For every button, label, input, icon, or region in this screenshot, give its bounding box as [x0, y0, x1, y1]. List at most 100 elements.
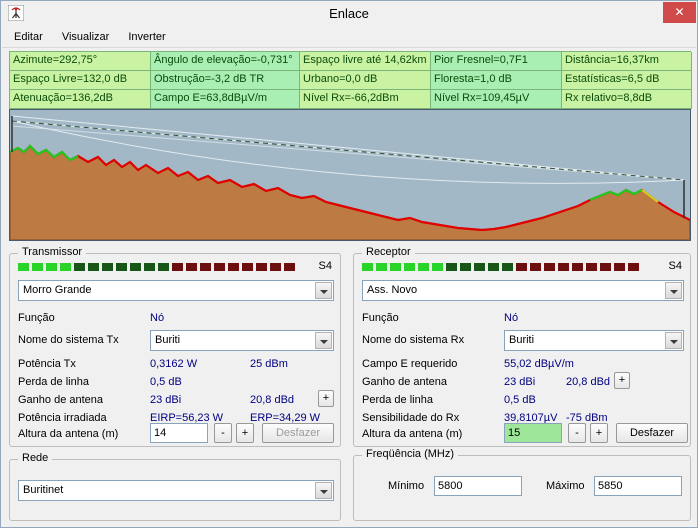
receiver-group: Receptor S4 Ass. Novo Função Nó Nome do … [353, 246, 691, 447]
signal-segment [270, 263, 281, 271]
rx-line-loss-label: Perda de linha [362, 394, 433, 406]
tx-height-decrease-button[interactable]: - [214, 423, 232, 443]
tx-funcao-value: Nó [150, 312, 165, 324]
info-cell: Espaço livre até 14,62km [300, 52, 431, 71]
tx-power-watts: 0,3162 W [150, 358, 198, 370]
terrain-profile-svg [10, 110, 690, 240]
signal-segment [390, 263, 401, 271]
signal-segment [628, 263, 639, 271]
network-group: Rede Buritinet [9, 452, 341, 521]
rx-site-dropdown-button[interactable] [665, 282, 682, 299]
signal-segment [614, 263, 625, 271]
info-cell: Obstrução=-3,2 dB TR [151, 71, 300, 90]
info-cell: Nível Rx=109,45µV [431, 90, 562, 109]
frequency-max-label: Máximo [546, 480, 585, 492]
signal-segment [460, 263, 471, 271]
signal-segment [46, 263, 57, 271]
signal-segment [376, 263, 387, 271]
rx-system-combobox[interactable]: Buriti [504, 330, 684, 351]
info-cell: Urbano=0,0 dB [300, 71, 431, 90]
signal-segment [130, 263, 141, 271]
rx-gain-label: Ganho de antena [362, 376, 448, 388]
info-cell: Atenuação=136,2dB [10, 90, 151, 109]
network-dropdown-button[interactable] [315, 482, 332, 499]
transmitter-group-title: Transmissor [18, 246, 87, 258]
tx-signal-strength-bar [18, 263, 295, 271]
signal-segment [214, 263, 225, 271]
info-cell: Distância=16,37km [562, 52, 692, 71]
rx-height-increase-button[interactable]: + [590, 423, 608, 443]
rx-funcao-label: Função [362, 312, 399, 324]
info-cell: Espaço Livre=132,0 dB [10, 71, 151, 90]
network-combobox[interactable]: Buritinet [18, 480, 334, 501]
info-cell: Nível Rx=-66,2dBm [300, 90, 431, 109]
tx-system-combobox[interactable]: Buriti [150, 330, 334, 351]
tx-power-dbm: 25 dBm [250, 358, 288, 370]
signal-segment [558, 263, 569, 271]
tx-system-label: Nome do sistema Tx [18, 334, 119, 346]
signal-segment [158, 263, 169, 271]
menu-editar[interactable]: Editar [6, 27, 51, 47]
frequency-group-title: Freqüência (MHz) [362, 448, 459, 460]
info-cell: Floresta=1,0 dB [431, 71, 562, 90]
signal-segment [502, 263, 513, 271]
rx-gain-dbd: 20,8 dBd [566, 376, 611, 388]
tx-gain-label: Ganho de antena [18, 394, 104, 406]
info-cell: Pior Fresnel=0,7F1 [431, 52, 562, 71]
tx-antenna-height-label: Altura da antena (m) [18, 428, 119, 440]
tx-funcao-label: Função [18, 312, 55, 324]
tx-site-combobox[interactable]: Morro Grande [18, 280, 334, 301]
rx-line-loss-value: 0,5 dB [504, 394, 536, 406]
rx-gain-dbi: 23 dBi [504, 376, 536, 388]
tx-undo-button[interactable]: Desfazer [262, 423, 334, 443]
info-cell: Rx relativo=8,8dB [562, 90, 692, 109]
rx-antenna-height-input[interactable] [504, 423, 562, 443]
rx-funcao-value: Nó [504, 312, 519, 324]
chevron-down-icon [670, 290, 678, 298]
rx-site-combobox[interactable]: Ass. Novo [362, 280, 684, 301]
signal-segment [488, 263, 499, 271]
signal-segment [362, 263, 373, 271]
tx-site-dropdown-button[interactable] [315, 282, 332, 299]
signal-segment [242, 263, 253, 271]
frequency-min-label: Mínimo [388, 480, 425, 492]
menu-inverter[interactable]: Inverter [120, 27, 173, 47]
rx-undo-button[interactable]: Desfazer [616, 423, 688, 443]
signal-segment [586, 263, 597, 271]
rx-gain-plus-button[interactable]: + [614, 372, 630, 389]
tx-radiated-label: Potência irradiada [18, 412, 107, 424]
signal-segment [102, 263, 113, 271]
signal-segment [446, 263, 457, 271]
chevron-down-icon [320, 290, 328, 298]
rx-height-decrease-button[interactable]: - [568, 423, 586, 443]
tx-gain-plus-button[interactable]: + [318, 390, 334, 407]
signal-segment [144, 263, 155, 271]
rx-system-label: Nome do sistema Rx [362, 334, 465, 346]
info-cell: Campo E=63,8dBµV/m [151, 90, 300, 109]
rx-system-value: Buriti [509, 334, 535, 346]
signal-segment [172, 263, 183, 271]
rx-signal-label: S4 [668, 260, 682, 272]
tx-system-dropdown-button[interactable] [315, 332, 332, 349]
tx-antenna-height-input[interactable] [150, 423, 208, 443]
signal-segment [256, 263, 267, 271]
frequency-group: Freqüência (MHz) Mínimo Máximo [353, 448, 691, 521]
close-button[interactable]: ✕ [663, 2, 696, 23]
rx-system-dropdown-button[interactable] [665, 332, 682, 349]
link-window: Enlace ✕ Editar Visualizar Inverter Azim… [0, 0, 698, 528]
rx-site-value: Ass. Novo [367, 284, 418, 296]
frequency-min-input[interactable] [434, 476, 522, 496]
rx-antenna-height-label: Altura da antena (m) [362, 428, 463, 440]
tx-system-value: Buriti [155, 334, 181, 346]
signal-segment [60, 263, 71, 271]
tx-height-increase-button[interactable]: + [236, 423, 254, 443]
network-value: Buritinet [23, 484, 64, 496]
receiver-group-title: Receptor [362, 246, 415, 258]
signal-segment [186, 263, 197, 271]
frequency-max-input[interactable] [594, 476, 682, 496]
tx-power-label: Potência Tx [18, 358, 76, 370]
info-cell: Ângulo de elevação=-0,731° [151, 52, 300, 71]
menu-visualizar[interactable]: Visualizar [54, 27, 118, 47]
signal-segment [418, 263, 429, 271]
signal-segment [530, 263, 541, 271]
